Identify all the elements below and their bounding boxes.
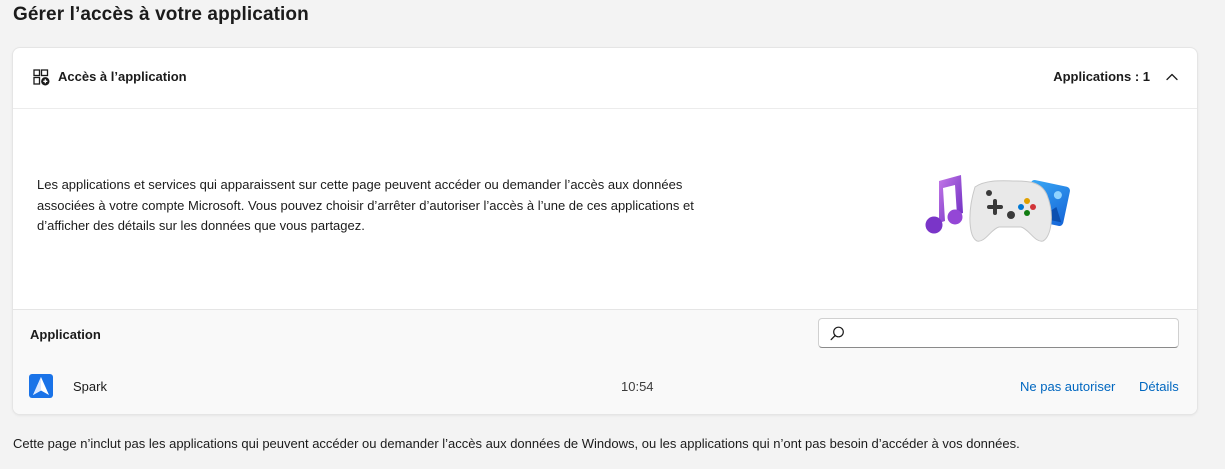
apps-illustration	[925, 175, 1070, 242]
app-name: Spark	[73, 379, 107, 394]
section-body: Les applications et services qui apparai…	[13, 109, 1197, 309]
section-header-label: Accès à l’application	[58, 69, 187, 84]
deny-access-link[interactable]: Ne pas autoriser	[1020, 379, 1115, 394]
footer-note: Cette page n’inclut pas les applications…	[13, 436, 1020, 451]
app-access-card: Accès à l’application Applications : 1 L…	[13, 48, 1197, 414]
music-note-icon	[925, 175, 963, 234]
search-icon	[830, 326, 844, 341]
page-title: Gérer l’accès à votre application	[13, 4, 309, 25]
app-access-icon	[33, 69, 50, 86]
section-header[interactable]: Accès à l’application Applications : 1	[13, 48, 1197, 109]
search-input[interactable]	[851, 319, 1175, 349]
table-header: Application	[13, 309, 1197, 360]
spark-logo	[29, 374, 53, 398]
table-row: Spark 10:54 Ne pas autoriser Détails	[13, 359, 1197, 414]
app-access-time: 10:54	[621, 379, 654, 394]
search-box[interactable]	[818, 318, 1179, 349]
section-description: Les applications et services qui apparai…	[37, 177, 694, 233]
details-link[interactable]: Détails	[1139, 379, 1179, 394]
applications-count: Applications : 1	[1053, 69, 1150, 84]
column-header-application: Application	[30, 327, 101, 342]
game-controller-icon	[969, 180, 1052, 242]
chevron-up-icon[interactable]	[1165, 70, 1179, 84]
